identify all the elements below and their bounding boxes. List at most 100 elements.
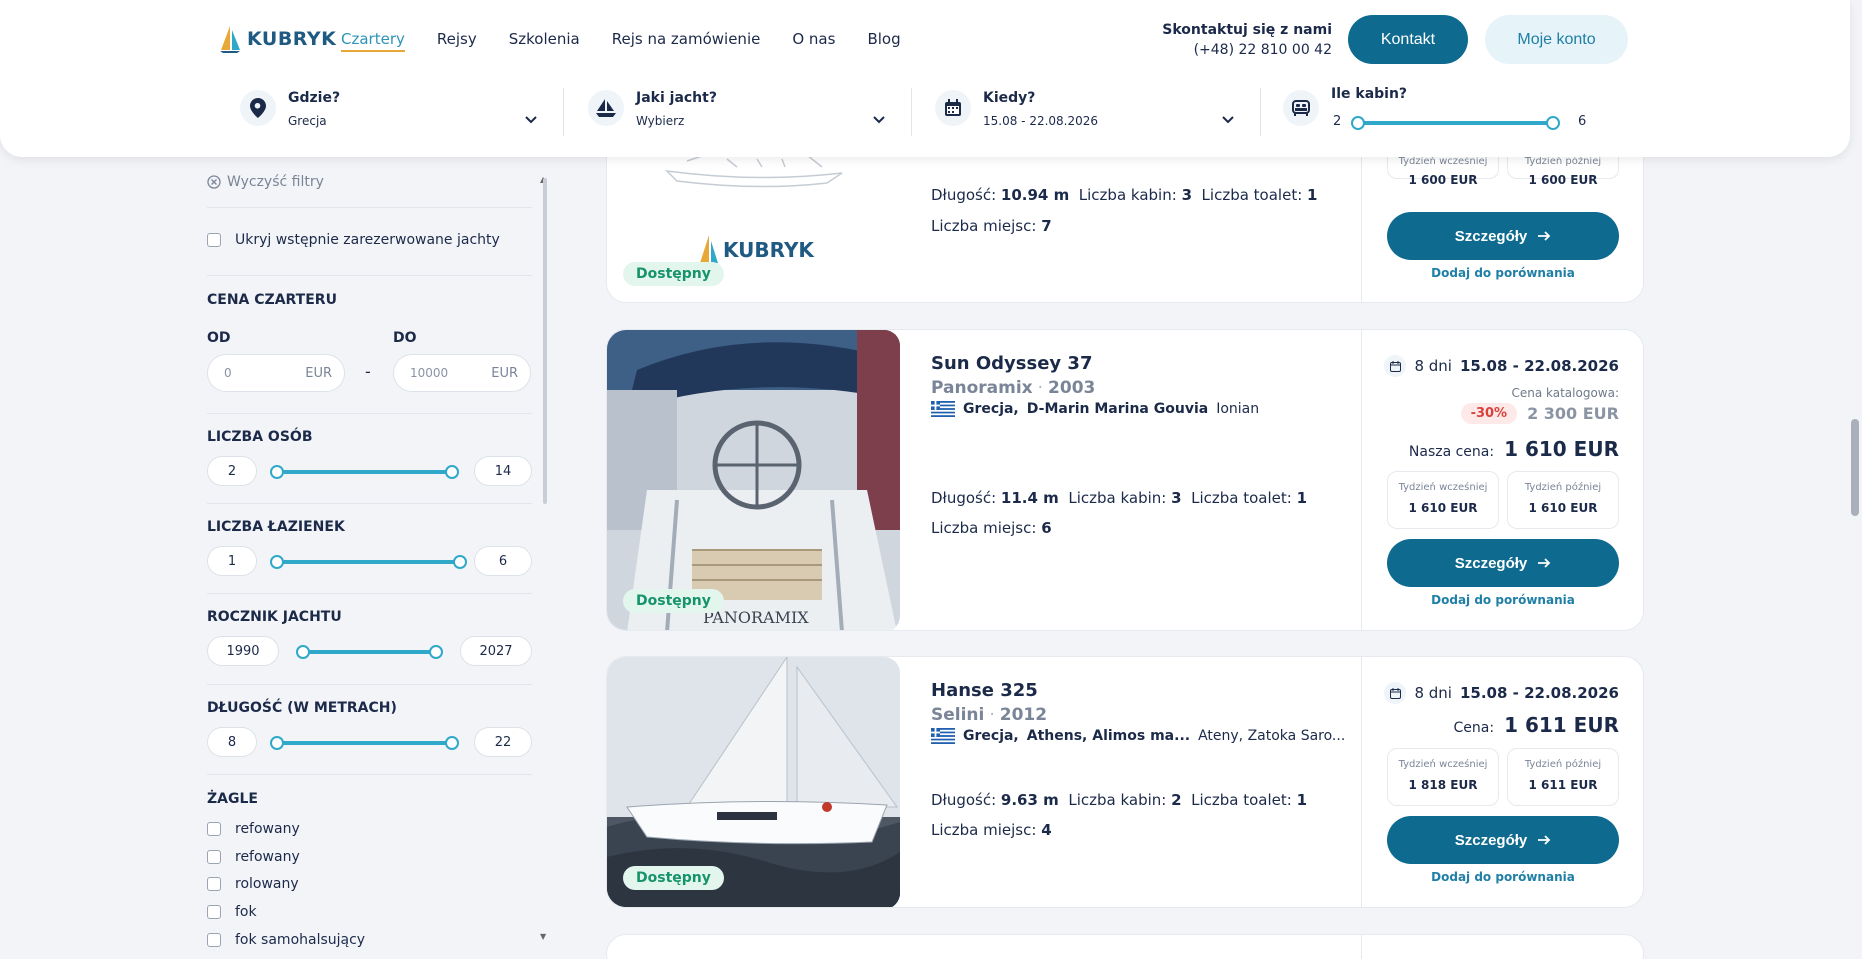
nav-o-nas[interactable]: O nas	[792, 30, 835, 52]
spec-cabins-label: Liczba kabin:	[1068, 791, 1167, 809]
sail-checkbox[interactable]	[207, 933, 221, 947]
divider	[207, 593, 532, 594]
price-to-input[interactable]: 10000 EUR	[393, 354, 531, 392]
nav-blog[interactable]: Blog	[867, 30, 900, 52]
sail-option[interactable]: fok	[207, 904, 257, 920]
cabins-max: 6	[1578, 114, 1587, 129]
add-to-compare-link[interactable]: Dodaj do porównania	[1387, 870, 1619, 884]
week-before-box[interactable]: Tydzień wcześniej 1 610 EUR	[1387, 471, 1499, 529]
yacht-places: Liczba miejsc: 4	[931, 821, 1052, 839]
year-slider-max-handle[interactable]	[429, 645, 443, 659]
charter-date-range: 15.08 - 22.08.2026	[1459, 684, 1619, 702]
sail-checkbox[interactable]	[207, 822, 221, 836]
spec-places-value: 4	[1041, 821, 1052, 839]
sail-checkbox[interactable]	[207, 877, 221, 891]
price-range-dash: -	[365, 362, 371, 381]
bathrooms-slider-max-handle[interactable]	[453, 555, 467, 569]
price-label: Cena:	[1453, 720, 1495, 736]
sail-option[interactable]: fok samohalsujący	[207, 932, 365, 948]
price-from-value: 0	[224, 366, 232, 380]
availability-badge: Dostępny	[623, 262, 724, 286]
price-from-currency: EUR	[305, 366, 332, 381]
logo[interactable]: KUBRYK	[219, 24, 336, 54]
year-slider-min-handle[interactable]	[296, 645, 310, 659]
divider	[207, 684, 532, 685]
week-after-box[interactable]: Tydzień później 1 611 EUR	[1507, 748, 1619, 806]
year-max-input[interactable]: 2027	[460, 636, 532, 666]
yacht-specs: Długość: 11.4 m Liczba kabin: 3 Liczba t…	[931, 489, 1307, 507]
where-value: Grecja	[288, 114, 327, 128]
divider	[1260, 88, 1261, 136]
nav-rejsy[interactable]: Rejsy	[437, 30, 477, 52]
card-divider	[1361, 330, 1362, 630]
year-min-input[interactable]: 1990	[207, 636, 279, 666]
divider	[207, 413, 532, 414]
divider	[207, 774, 532, 775]
cabins-slider-max-handle[interactable]	[1546, 116, 1560, 130]
spec-toilets-label: Liczba toalet:	[1191, 489, 1292, 507]
charter-dates: 8 dni 15.08 - 22.08.2026	[1384, 682, 1619, 704]
sail-option[interactable]: rolowany	[207, 876, 299, 892]
hide-reserved-checkbox[interactable]	[207, 233, 221, 247]
sail-option[interactable]: refowany	[207, 849, 300, 865]
scroll-down-arrow-icon[interactable]: ▼	[540, 932, 546, 941]
yacht-cockpit-image: PANORAMIX	[607, 330, 900, 630]
persons-min-input[interactable]: 2	[207, 456, 257, 486]
yacht-name[interactable]: Sun Odyssey 37	[931, 353, 1092, 374]
bathrooms-min-input[interactable]: 1	[207, 546, 257, 576]
week-after-box[interactable]: Tydzień później 1 610 EUR	[1507, 471, 1619, 529]
where-field[interactable]: Gdzie? Grecja	[230, 82, 550, 142]
sail-option[interactable]: refowany	[207, 821, 300, 837]
my-account-button[interactable]: Moje konto	[1485, 15, 1628, 64]
bathrooms-max-input[interactable]: 6	[474, 546, 532, 576]
contact-phone[interactable]: (+48) 22 810 00 42	[1140, 40, 1332, 60]
cabins-slider-min-handle[interactable]	[1351, 116, 1365, 130]
nav-szkolenia[interactable]: Szkolenia	[509, 30, 580, 52]
persons-slider-min-handle[interactable]	[270, 465, 284, 479]
persons-slider-max-handle[interactable]	[445, 465, 459, 479]
sidebar-scrollbar[interactable]	[543, 178, 547, 504]
length-max-input[interactable]: 22	[474, 727, 532, 757]
details-label: Szczegóły	[1454, 227, 1528, 245]
page-scrollbar[interactable]	[1851, 419, 1859, 516]
price-to-value: 10000	[410, 366, 449, 380]
length-min-input[interactable]: 8	[207, 727, 257, 757]
add-to-compare-link[interactable]: Dodaj do porównania	[1387, 593, 1619, 607]
details-button[interactable]: Szczegóły	[1387, 816, 1619, 864]
spec-places-label: Liczba miejsc:	[931, 519, 1037, 537]
yacht-card: PANORAMIX Dostępny Sun Odyssey 37 Panora…	[606, 329, 1644, 631]
details-button[interactable]: Szczegóły	[1387, 539, 1619, 587]
cabins-label: Ile kabin?	[1331, 86, 1408, 102]
week-after-label: Tydzień później	[1524, 759, 1602, 770]
details-label: Szczegóły	[1454, 831, 1528, 849]
add-to-compare-link[interactable]: Dodaj do porównania	[1387, 266, 1619, 280]
details-button[interactable]: Szczegóły	[1387, 212, 1619, 260]
week-before-box[interactable]: Tydzień wcześniej 1 818 EUR	[1387, 748, 1499, 806]
sail-checkbox[interactable]	[207, 850, 221, 864]
spec-length-label: Długość:	[931, 489, 997, 507]
calendar-icon	[1384, 355, 1407, 377]
yacht-photo[interactable]: PANORAMIX	[607, 330, 900, 630]
when-field[interactable]: Kiedy? 15.08 - 22.08.2026	[925, 82, 1245, 142]
spec-length-value: 11.4 m	[1000, 489, 1059, 507]
nav-rejs-na-zamowienie[interactable]: Rejs na zamówienie	[612, 30, 761, 52]
yacht-card	[606, 934, 1644, 959]
persons-max-input[interactable]: 14	[474, 456, 532, 486]
bathrooms-slider-min-handle[interactable]	[270, 555, 284, 569]
sail-checkbox[interactable]	[207, 905, 221, 919]
price-from-input[interactable]: 0 EUR	[207, 354, 345, 392]
week-before-label: Tydzień wcześniej	[1398, 482, 1488, 493]
week-after-price: 1 600 EUR	[1528, 173, 1598, 187]
bathrooms-section-title: LICZBA ŁAZIENEK	[207, 519, 345, 535]
spec-cabins-value: 3	[1181, 186, 1192, 204]
spec-toilets-label: Liczba toalet:	[1201, 186, 1303, 204]
nav-czartery[interactable]: Czartery	[341, 30, 405, 52]
yacht-name[interactable]: Hanse 325	[931, 680, 1038, 701]
hide-reserved-option[interactable]: Ukryj wstępnie zarezerwowane jachty	[207, 232, 500, 248]
length-slider-max-handle[interactable]	[445, 736, 459, 750]
kontakt-button[interactable]: Kontakt	[1348, 15, 1468, 64]
clear-filters-button[interactable]: Wyczyść filtry	[207, 174, 324, 190]
yacht-type-field[interactable]: Jaki jacht? Wybierz	[578, 82, 898, 142]
week-before-price: 1 610 EUR	[1408, 501, 1478, 515]
length-slider-min-handle[interactable]	[270, 736, 284, 750]
